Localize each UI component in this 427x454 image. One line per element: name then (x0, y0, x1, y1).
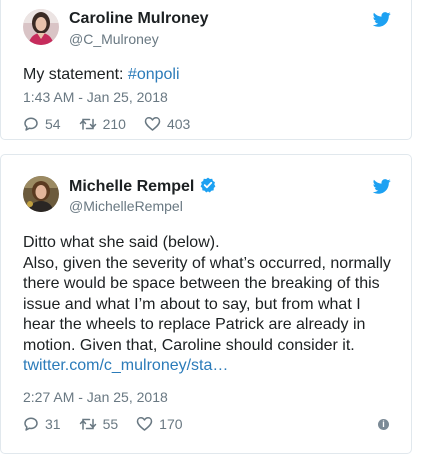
twitter-bird-icon[interactable] (373, 12, 391, 27)
reply-icon (24, 117, 38, 131)
tweet-timestamp[interactable]: 1:43 AM - Jan 25, 2018 (23, 89, 168, 105)
tweet-text-line: Ditto what she said (below). (23, 234, 220, 251)
author-avatar[interactable] (23, 176, 59, 212)
retweet-icon (79, 418, 96, 430)
quoted-tweet-link[interactable]: twitter.com/c_mulroney/sta… (23, 356, 408, 377)
like-button[interactable]: 403 (144, 116, 190, 132)
reply-button[interactable]: 31 (23, 416, 61, 432)
author-handle[interactable]: @C_Mulroney (69, 31, 159, 47)
like-count: 170 (159, 416, 183, 432)
retweet-icon (79, 118, 96, 130)
twitter-bird-icon[interactable] (373, 179, 391, 194)
tweet-text: Ditto what she said (below). Also, given… (23, 233, 408, 377)
tweet-text-body: My statement: (23, 66, 128, 83)
tweet-actions: 31 55 170 (23, 415, 183, 433)
reply-icon (24, 417, 38, 431)
reply-count: 54 (45, 116, 61, 132)
tweet-text-line: motion. Given that, Caroline should cons… (23, 336, 355, 354)
tweet-actions: 54 210 403 (23, 115, 190, 133)
tweet-text-line: issue and what I’m about to say, but fro… (23, 295, 361, 313)
heart-icon (136, 417, 153, 431)
info-icon[interactable]: i (378, 419, 389, 430)
author-avatar[interactable] (23, 9, 59, 45)
retweet-count: 210 (102, 116, 126, 132)
retweet-button[interactable]: 210 (79, 116, 126, 132)
tweet-text: My statement: #onpoli (23, 65, 408, 86)
tweet-text-line: Also, given the severity of what’s occur… (23, 254, 391, 272)
like-button[interactable]: 170 (136, 416, 183, 432)
author-name[interactable]: Caroline Mulroney (69, 10, 209, 28)
verified-badge-icon (200, 177, 216, 193)
author-name[interactable]: Michelle Rempel (69, 177, 216, 196)
author-handle[interactable]: @MichelleRempel (69, 198, 183, 214)
reply-count: 31 (45, 416, 61, 432)
tweet-card[interactable]: Caroline Mulroney @C_Mulroney My stateme… (0, 0, 412, 140)
reply-button[interactable]: 54 (23, 116, 61, 132)
tweet-text-line: there would be space between the breakin… (23, 275, 380, 292)
heart-icon (144, 117, 161, 131)
author-name-text: Michelle Rempel (69, 178, 195, 195)
hashtag-link[interactable]: #onpoli (128, 66, 180, 83)
tweet-text-line: hear the wheels to replace Patrick are a… (23, 316, 366, 333)
tweet-timestamp[interactable]: 2:27 AM - Jan 25, 2018 (23, 389, 168, 405)
like-count: 403 (166, 116, 191, 132)
retweet-count: 55 (102, 416, 119, 432)
tweet-card[interactable]: Michelle Rempel @MichelleRempel Ditto wh… (0, 154, 412, 454)
retweet-button[interactable]: 55 (79, 416, 119, 432)
